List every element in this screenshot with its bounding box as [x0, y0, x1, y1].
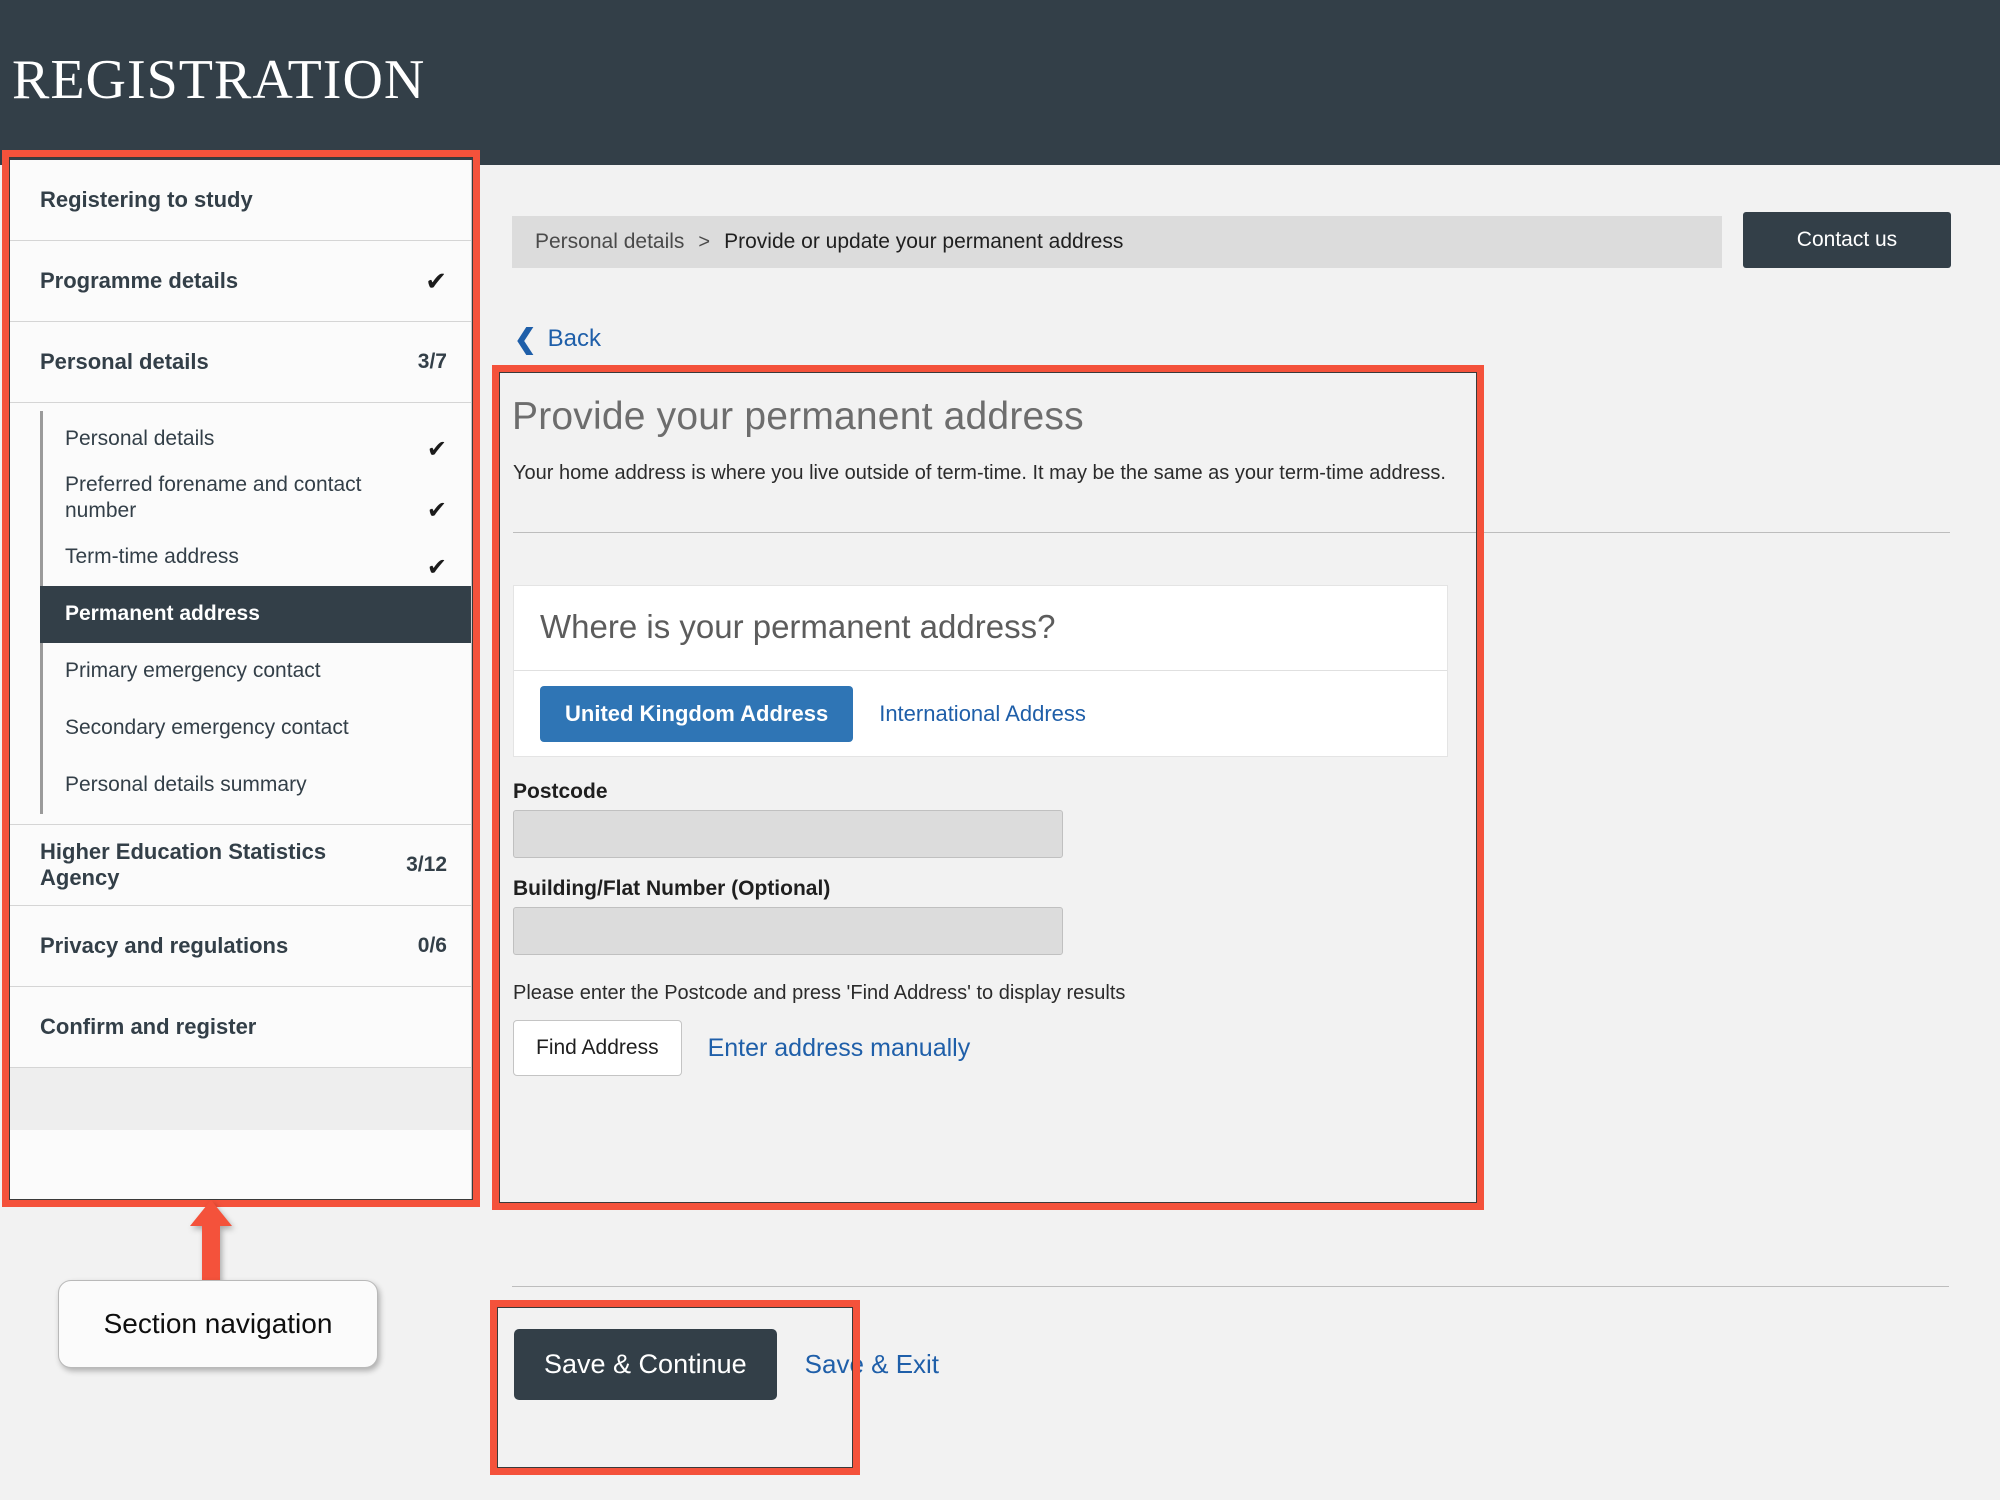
- sidebar-subitem-primary-emergency-contact[interactable]: Primary emergency contact: [43, 643, 471, 700]
- checkmark-icon: ✔: [427, 438, 447, 464]
- enter-address-manually-link[interactable]: Enter address manually: [708, 1034, 971, 1063]
- sidebar-subsection-personal-details: Personal details ✔ Preferred forename an…: [10, 403, 471, 825]
- sidebar-item-privacy-and-regulations[interactable]: Privacy and regulations 0/6: [10, 906, 471, 987]
- sidebar-subitem-label: Term-time address: [65, 544, 427, 570]
- sidebar-subitem-label: Personal details: [65, 426, 427, 452]
- sidebar-item-label: Personal details: [40, 349, 408, 375]
- breadcrumb-separator-icon: >: [698, 231, 710, 254]
- page-title: REGISTRATION: [12, 48, 425, 112]
- breadcrumb: Personal details > Provide or update you…: [512, 216, 1722, 268]
- sidebar-subitem-label: Primary emergency contact: [65, 658, 447, 684]
- panel-title: Where is your permanent address?: [540, 608, 1055, 646]
- sidebar-item-count: 3/12: [406, 853, 447, 877]
- chevron-left-icon: ❮: [514, 326, 537, 353]
- building-flat-number-label: Building/Flat Number (Optional): [513, 877, 830, 901]
- divider: [513, 532, 1950, 533]
- address-type-tabs: United Kingdom Address International Add…: [540, 686, 1090, 742]
- sidebar-subitem-label: Permanent address: [65, 601, 447, 627]
- sidebar-item-count: 0/6: [418, 934, 447, 958]
- form-actions: Save & Continue Save & Exit: [514, 1329, 939, 1400]
- divider: [512, 1286, 1949, 1287]
- sidebar-item-label: Confirm and register: [40, 1014, 437, 1040]
- postcode-input[interactable]: [513, 810, 1063, 858]
- form-heading: Provide your permanent address: [512, 395, 1084, 439]
- sidebar-subitem-personal-details[interactable]: Personal details ✔: [43, 411, 471, 468]
- checkmark-icon: ✔: [427, 556, 447, 582]
- save-and-continue-button[interactable]: Save & Continue: [514, 1329, 777, 1400]
- sidebar-subitem-preferred-forename[interactable]: Preferred forename and contact number ✔: [43, 468, 471, 529]
- permanent-address-form: Provide your permanent address Your home…: [500, 372, 1482, 1202]
- sidebar-item-confirm-and-register[interactable]: Confirm and register: [10, 987, 471, 1068]
- sidebar-subitem-label: Personal details summary: [65, 772, 447, 798]
- sidebar-item-label: Higher Education Statistics Agency: [40, 839, 396, 891]
- find-address-hint: Please enter the Postcode and press 'Fin…: [513, 982, 1125, 1005]
- sidebar-subitem-term-time-address[interactable]: Term-time address ✔: [43, 529, 471, 586]
- annotation-callout-label: Section navigation: [104, 1308, 333, 1340]
- find-address-row: Find Address Enter address manually: [513, 1020, 970, 1076]
- page-header: REGISTRATION: [0, 0, 2000, 165]
- address-location-panel: Where is your permanent address? United …: [513, 585, 1448, 757]
- sidebar-item-personal-details[interactable]: Personal details 3/7: [10, 322, 471, 403]
- postcode-label: Postcode: [513, 780, 608, 804]
- back-link[interactable]: ❮ Back: [514, 325, 601, 353]
- sidebar-item-label: Registering to study: [40, 187, 437, 213]
- sidebar-subitem-permanent-address[interactable]: Permanent address: [40, 586, 471, 643]
- tab-international-address[interactable]: International Address: [875, 697, 1090, 731]
- registration-page: REGISTRATION Registering to study Progra…: [0, 0, 2000, 1500]
- checkmark-icon: ✔: [425, 268, 447, 294]
- sidebar-item-label: Programme details: [40, 268, 415, 294]
- sidebar-item-count: 3/7: [418, 350, 447, 374]
- breadcrumb-parent[interactable]: Personal details: [535, 230, 684, 254]
- find-address-button[interactable]: Find Address: [513, 1020, 682, 1076]
- divider: [514, 670, 1447, 671]
- annotation-callout: Section navigation: [58, 1280, 378, 1368]
- sidebar-subitem-secondary-emergency-contact[interactable]: Secondary emergency contact: [43, 700, 471, 757]
- sidebar-footer-spacer: [10, 1068, 471, 1130]
- sidebar-item-registering-to-study[interactable]: Registering to study: [10, 160, 471, 241]
- checkmark-icon: ✔: [427, 499, 447, 525]
- save-and-exit-link[interactable]: Save & Exit: [805, 1349, 939, 1380]
- annotation-arrow-icon: [190, 1200, 232, 1282]
- sidebar-item-hesa[interactable]: Higher Education Statistics Agency 3/12: [10, 825, 471, 906]
- sidebar-subitem-label: Preferred forename and contact number: [65, 472, 427, 525]
- sidebar-item-programme-details[interactable]: Programme details ✔: [10, 241, 471, 322]
- form-subtext: Your home address is where you live outs…: [513, 462, 1446, 485]
- sidebar-subitem-personal-details-summary[interactable]: Personal details summary: [43, 757, 471, 814]
- sidebar-subitem-label: Secondary emergency contact: [65, 715, 447, 741]
- building-flat-number-input[interactable]: [513, 907, 1063, 955]
- contact-us-button[interactable]: Contact us: [1743, 212, 1951, 268]
- tab-united-kingdom-address[interactable]: United Kingdom Address: [540, 686, 853, 742]
- sidebar-item-label: Privacy and regulations: [40, 933, 408, 959]
- breadcrumb-current: Provide or update your permanent address: [724, 230, 1123, 254]
- back-label: Back: [548, 325, 601, 353]
- section-navigation: Registering to study Programme details ✔…: [10, 160, 472, 1200]
